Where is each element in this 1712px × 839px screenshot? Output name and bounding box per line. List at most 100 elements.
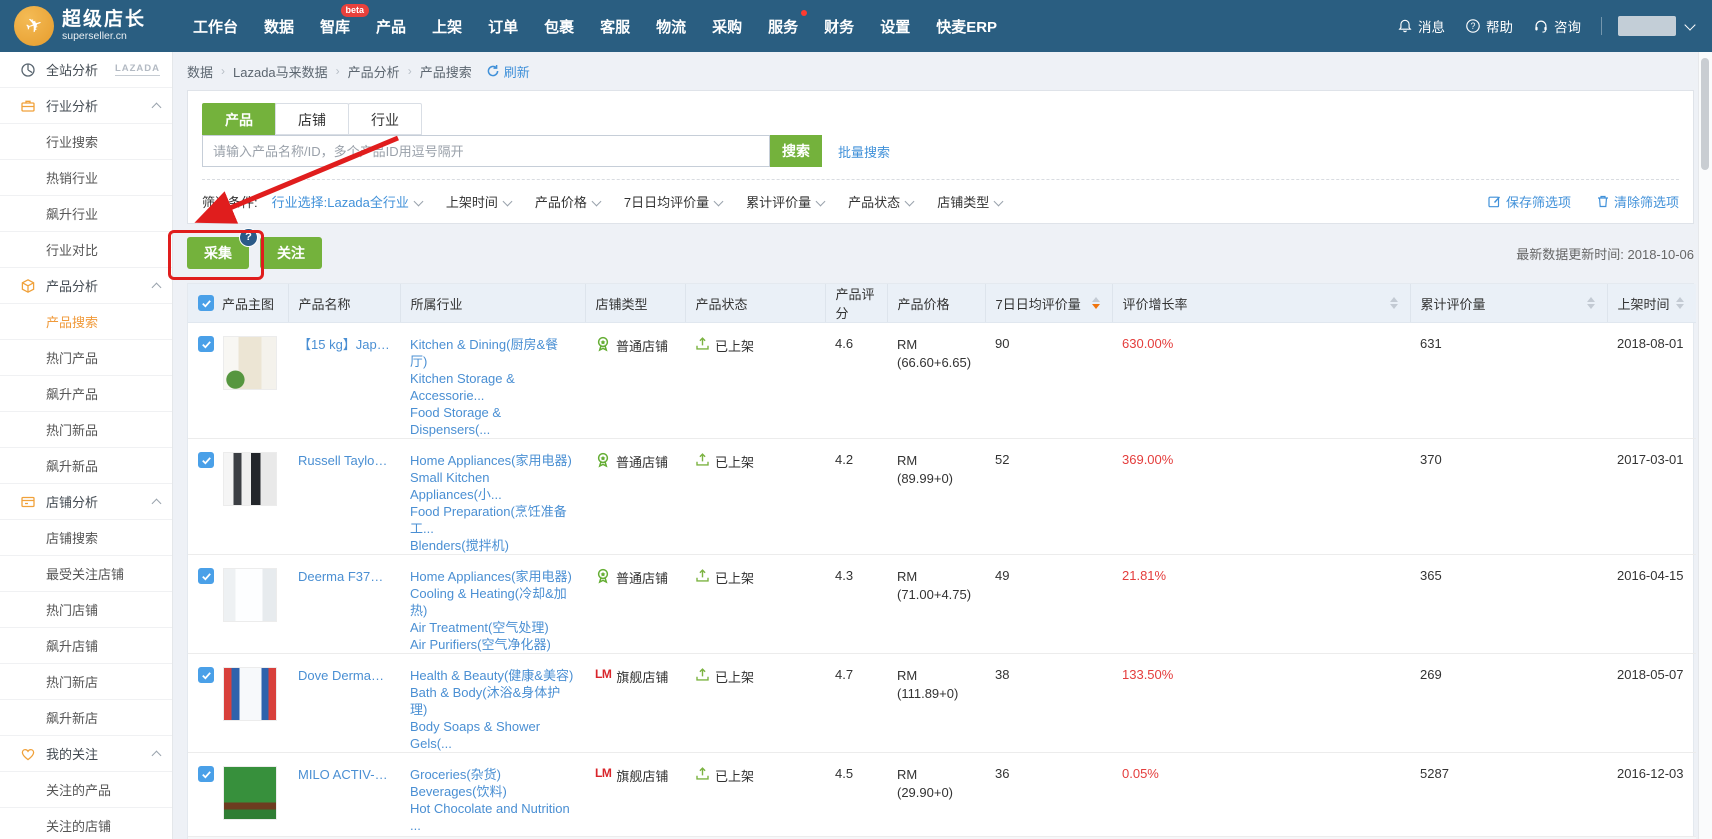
nav-item-财务[interactable]: 财务 (811, 0, 867, 52)
category-link[interactable]: Kitchen Storage & Accessorie... (410, 370, 575, 404)
category-link[interactable]: Air Purifiers(空气净化器) (410, 636, 575, 653)
sidebar-item-飙升新品[interactable]: 飙升新品 (0, 448, 172, 484)
row-checkbox[interactable] (198, 452, 214, 468)
row-checkbox[interactable] (198, 336, 214, 352)
breadcrumb-item[interactable]: Lazada马来数据 (233, 62, 328, 81)
nav-item-设置[interactable]: 设置 (867, 0, 923, 52)
category-link[interactable]: Groceries(杂货) (410, 766, 575, 783)
filter-dropdown-上架时间[interactable]: 上架时间 (446, 192, 513, 211)
sidebar-item-飙升行业[interactable]: 飙升行业 (0, 196, 172, 232)
nav-item-客服[interactable]: 客服 (587, 0, 643, 52)
sidebar-item-关注的产品[interactable]: 关注的产品 (0, 772, 172, 808)
breadcrumb-item[interactable]: 产品分析 (348, 62, 400, 81)
product-name-link[interactable]: Russell Taylors ... (298, 452, 390, 469)
filter-dropdown-行业选择:Lazada全行业[interactable]: 行业选择:Lazada全行业 (272, 192, 424, 211)
filter-dropdown-产品状态[interactable]: 产品状态 (848, 192, 915, 211)
sort-control[interactable] (1090, 295, 1102, 311)
app-logo[interactable]: ✈ 超级店长 superseller.cn (0, 6, 172, 46)
filter-dropdown-店铺类型[interactable]: 店铺类型 (937, 192, 1004, 211)
breadcrumb-item[interactable]: 数据 (187, 62, 213, 81)
category-link[interactable]: Bath & Body(沐浴&身体护理) (410, 684, 575, 718)
user-name-redacted[interactable] (1618, 16, 1676, 36)
tab-产品[interactable]: 产品 (202, 103, 276, 135)
sort-control[interactable] (1388, 295, 1400, 311)
sidebar-section-店铺分析[interactable]: 店铺分析 (0, 484, 172, 520)
category-link[interactable]: Air Treatment(空气处理) (410, 619, 575, 636)
sidebar-item-飙升新店[interactable]: 飙升新店 (0, 700, 172, 736)
category-link[interactable]: Body Soaps & Shower Gels(... (410, 718, 575, 752)
sidebar-item-店铺搜索[interactable]: 店铺搜索 (0, 520, 172, 556)
sidebar-item-关注的店铺[interactable]: 关注的店铺 (0, 808, 172, 839)
sidebar-item-热门新店[interactable]: 热门新店 (0, 664, 172, 700)
sidebar-item-热销行业[interactable]: 热销行业 (0, 160, 172, 196)
sidebar-item-最受关注店铺[interactable]: 最受关注店铺 (0, 556, 172, 592)
filter-dropdown-累计评价量[interactable]: 累计评价量 (746, 192, 826, 211)
sort-control[interactable] (1674, 295, 1686, 311)
navbar-headset-button[interactable]: 咨询 (1533, 16, 1581, 36)
sidebar-item-行业搜索[interactable]: 行业搜索 (0, 124, 172, 160)
column-header-上架时间[interactable]: 上架时间 (1607, 284, 1696, 323)
product-name-link[interactable]: Dove DermaSe... (298, 667, 390, 684)
tab-店铺[interactable]: 店铺 (275, 103, 349, 135)
follow-button[interactable]: 关注 (260, 237, 322, 269)
category-link[interactable]: Beverages(饮料) (410, 783, 575, 800)
nav-item-包裹[interactable]: 包裹 (531, 0, 587, 52)
nav-item-智库[interactable]: 智库 beta (307, 0, 370, 52)
category-link[interactable]: Cooling & Heating(冷却&加热) (410, 585, 575, 619)
sort-control[interactable] (1585, 295, 1597, 311)
sidebar-section-全站分析[interactable]: 全站分析 LAZADA (0, 52, 172, 88)
nav-item-产品[interactable]: 产品 (363, 0, 419, 52)
sidebar-section-产品分析[interactable]: 产品分析 (0, 268, 172, 304)
nav-item-物流[interactable]: 物流 (643, 0, 699, 52)
category-link[interactable]: Health & Beauty(健康&美容) (410, 667, 575, 684)
category-link[interactable]: Food Storage & Dispensers(... (410, 404, 575, 438)
breadcrumb-item[interactable]: 产品搜索 (420, 62, 472, 81)
product-image[interactable] (223, 766, 277, 820)
product-name-link[interactable]: 【15 kg】Japa... (298, 336, 390, 353)
category-link[interactable]: Hot Chocolate and Nutrition ... (410, 800, 575, 834)
nav-item-订单[interactable]: 订单 (475, 0, 531, 52)
sidebar-item-飙升店铺[interactable]: 飙升店铺 (0, 628, 172, 664)
sidebar-item-产品搜索[interactable]: 产品搜索 (0, 304, 172, 340)
product-name-link[interactable]: Deerma F370 ... (298, 568, 390, 585)
category-link[interactable]: Kitchen & Dining(厨房&餐厅) (410, 336, 575, 370)
scrollbar-thumb[interactable] (1701, 58, 1709, 170)
sidebar-item-热门新品[interactable]: 热门新品 (0, 412, 172, 448)
collect-button[interactable]: 采集 ? (187, 228, 258, 269)
clear-filters-link[interactable]: 清除筛选项 (1597, 192, 1679, 211)
product-image[interactable] (223, 336, 277, 390)
row-checkbox[interactable] (198, 667, 214, 683)
category-link[interactable]: Home Appliances(家用电器) (410, 568, 575, 585)
chevron-down-icon[interactable] (1684, 18, 1696, 31)
search-button[interactable]: 搜索 (770, 135, 822, 167)
refresh-link[interactable]: 刷新 (486, 62, 530, 81)
product-search-input[interactable] (202, 135, 770, 167)
batch-search-link[interactable]: 批量搜索 (838, 142, 890, 161)
save-filters-link[interactable]: 保存筛选项 (1488, 192, 1571, 211)
filter-dropdown-7日日均评价量[interactable]: 7日日均评价量 (624, 192, 724, 211)
column-header-7日日均评价量[interactable]: 7日日均评价量 (985, 284, 1113, 323)
category-link[interactable]: Home Appliances(家用电器) (410, 452, 575, 469)
row-checkbox[interactable] (198, 568, 214, 584)
tab-行业[interactable]: 行业 (348, 103, 422, 135)
sidebar-item-行业对比[interactable]: 行业对比 (0, 232, 172, 268)
category-link[interactable]: Small Kitchen Appliances(小... (410, 469, 575, 503)
navbar-bell-button[interactable]: 消息 (1397, 16, 1445, 36)
product-image[interactable] (223, 452, 277, 506)
sidebar-section-我的关注[interactable]: 我的关注 (0, 736, 172, 772)
column-header-累计评价量[interactable]: 累计评价量 (1410, 284, 1608, 323)
help-badge[interactable]: ? (239, 228, 258, 247)
category-link[interactable]: Food Preparation(烹饪准备工... (410, 503, 575, 537)
select-all-checkbox[interactable] (198, 295, 214, 311)
navbar-help-button[interactable]: ? 帮助 (1465, 16, 1513, 36)
filter-dropdown-产品价格[interactable]: 产品价格 (535, 192, 602, 211)
nav-item-工作台[interactable]: 工作台 (180, 0, 251, 52)
product-image[interactable] (223, 568, 277, 622)
sidebar-item-飙升产品[interactable]: 飙升产品 (0, 376, 172, 412)
product-image[interactable] (223, 667, 277, 721)
product-name-link[interactable]: MILO ACTIV-G... (298, 766, 390, 783)
nav-item-采购[interactable]: 采购 (699, 0, 755, 52)
nav-item-数据[interactable]: 数据 (251, 0, 307, 52)
sidebar-item-热门店铺[interactable]: 热门店铺 (0, 592, 172, 628)
nav-item-上架[interactable]: 上架 (419, 0, 475, 52)
